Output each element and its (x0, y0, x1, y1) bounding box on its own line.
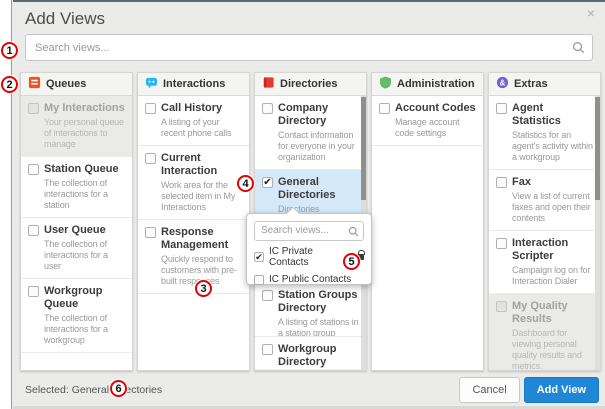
column-card: Account Codes Manage account code settin… (372, 96, 483, 370)
left-gutter (0, 0, 12, 409)
column-card: My Interactions Your personal queue of i… (21, 96, 132, 370)
popup-caret (287, 208, 299, 214)
view-item-call-history[interactable]: Call History A listing of your recent ph… (138, 96, 249, 146)
search-icon (348, 224, 359, 242)
directories-icon (262, 76, 275, 92)
column-title: Extras (514, 78, 548, 90)
annotation-4: 4 (237, 175, 254, 192)
search-icon (572, 41, 585, 59)
column-title: Queues (46, 78, 86, 90)
view-item-company-directory[interactable]: Company Directory Contact information fo… (255, 96, 366, 170)
checkbox[interactable] (496, 103, 507, 114)
checkbox[interactable] (496, 238, 507, 249)
view-item-account-codes[interactable]: Account Codes Manage account code settin… (372, 96, 483, 146)
svg-text:&: & (500, 78, 506, 87)
footer-buttons: Cancel Add View (459, 377, 599, 403)
column-card: Agent Statistics Statistics for an agent… (489, 96, 600, 370)
checkbox[interactable] (28, 225, 39, 236)
popup-search-bar (254, 220, 364, 240)
view-item-user-queue[interactable]: User Queue The collection of interaction… (21, 218, 132, 279)
view-item-my-interactions[interactable]: My Interactions Your personal queue of i… (21, 96, 132, 157)
checkbox[interactable] (262, 290, 273, 301)
view-item-my-quality-results[interactable]: My Quality Results Dashboard for viewing… (489, 294, 600, 370)
selected-status-text: Selected: General Directories (25, 384, 162, 396)
view-item-current-interaction[interactable]: Current Interaction Work area for the se… (138, 146, 249, 220)
page-title: Add Views (25, 9, 105, 29)
add-views-dialog: Add Views × Queues My Interactions Your … (0, 0, 605, 409)
popup-option-ic-public-contacts[interactable]: IC Public Contacts (254, 274, 364, 285)
subviews-popup: ✔ IC Private Contacts IC Public Contacts (246, 213, 372, 285)
column-queues: Queues My Interactions Your personal que… (20, 72, 133, 371)
search-input[interactable] (25, 34, 593, 61)
view-item-workgroup-directory[interactable]: Workgroup Directory Contact information (255, 336, 366, 370)
checkbox[interactable] (379, 103, 390, 114)
view-item-workgroup-queue[interactable]: Workgroup Queue The collection of intera… (21, 279, 132, 353)
column-card: Call History A listing of your recent ph… (138, 96, 249, 370)
scrollbar-thumb[interactable] (595, 97, 600, 200)
view-item-station-queue[interactable]: Station Queue The collection of interact… (21, 157, 132, 218)
close-icon[interactable]: × (587, 5, 595, 21)
view-item-fax[interactable]: Fax View a list of current faxes and ope… (489, 170, 600, 231)
column-administration: Administration Account Codes Manage acco… (371, 72, 484, 371)
annotation-1: 1 (1, 42, 18, 59)
scrollbar-track[interactable] (595, 96, 600, 370)
checkbox[interactable] (145, 153, 156, 164)
checkbox[interactable] (262, 344, 273, 355)
annotation-2: 2 (1, 76, 18, 93)
window-top-edge (13, 0, 605, 2)
checkbox[interactable] (28, 103, 39, 114)
column-interactions: Interactions Call History A listing of y… (137, 72, 250, 371)
checkbox-checked[interactable]: ✔ (262, 177, 273, 188)
interactions-icon (145, 76, 158, 92)
annotation-3: 3 (195, 280, 212, 297)
view-item-agent-statistics[interactable]: Agent Statistics Statistics for an agent… (489, 96, 600, 170)
checkbox[interactable] (496, 301, 507, 312)
cancel-button[interactable]: Cancel (459, 377, 519, 403)
checkbox-checked[interactable]: ✔ (254, 252, 264, 262)
scrollbar-thumb[interactable] (361, 97, 366, 200)
checkbox[interactable] (262, 103, 273, 114)
checkbox[interactable] (145, 103, 156, 114)
extras-icon: & (496, 76, 509, 92)
search-views-bar (25, 34, 593, 61)
column-title: Directories (280, 78, 337, 90)
column-extras: & Extras Agent Statistics Statistics for… (488, 72, 601, 371)
queues-icon (28, 76, 41, 92)
checkbox[interactable] (28, 164, 39, 175)
view-item-response-management[interactable]: Response Management Quickly respond to c… (138, 220, 249, 294)
checkbox[interactable] (145, 227, 156, 238)
checkbox[interactable] (254, 275, 264, 285)
view-item-interaction-scripter[interactable]: Interaction Scripter Campaign log on for… (489, 231, 600, 294)
column-title: Administration (397, 78, 475, 90)
add-view-button[interactable]: Add View (524, 377, 599, 403)
checkbox[interactable] (28, 286, 39, 297)
annotation-6: 6 (110, 380, 127, 397)
checkbox[interactable] (496, 177, 507, 188)
administration-icon (379, 76, 392, 92)
annotation-5: 5 (343, 253, 360, 270)
column-title: Interactions (163, 78, 225, 90)
